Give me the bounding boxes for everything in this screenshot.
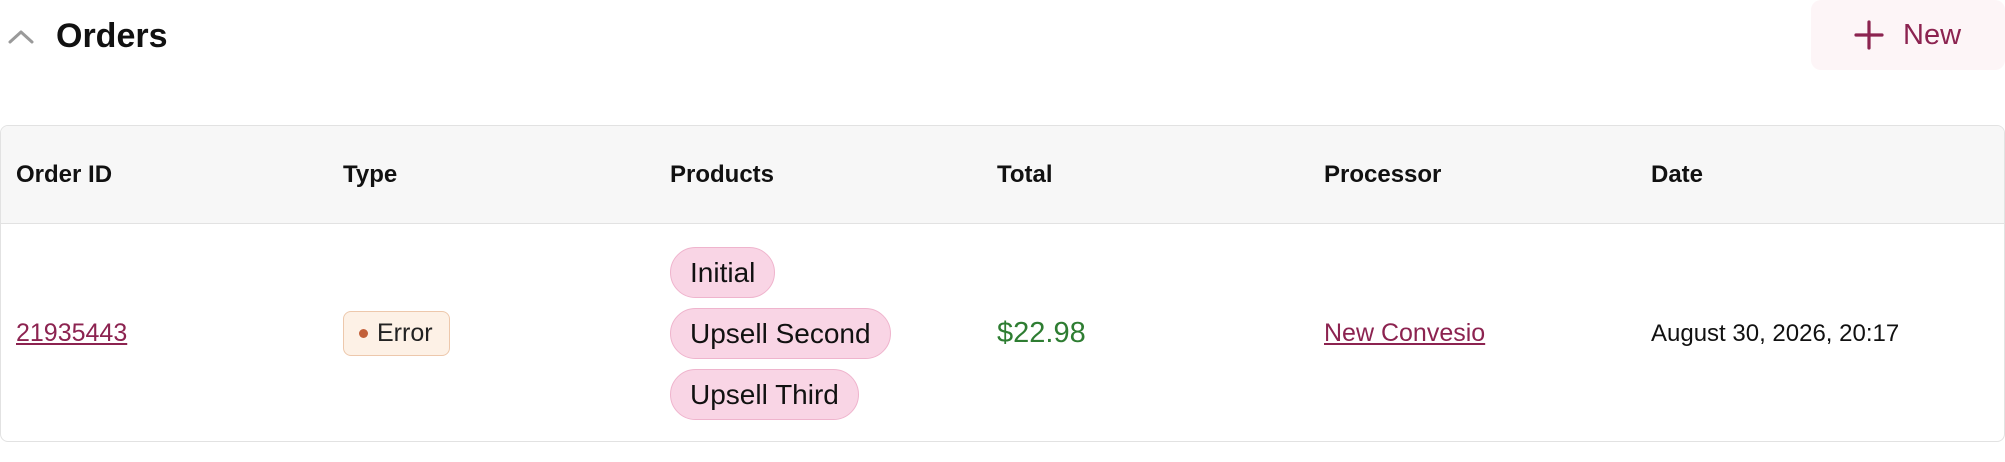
page-title: Orders bbox=[56, 17, 168, 55]
type-badge-label: Error bbox=[377, 319, 433, 347]
chevron-up-icon bbox=[8, 30, 34, 44]
status-dot-icon bbox=[359, 329, 368, 338]
orders-table: Order ID Type Products Total Processor D… bbox=[0, 125, 2005, 442]
type-cell: Error bbox=[343, 224, 450, 441]
order-id-link[interactable]: 21935443 bbox=[16, 319, 127, 348]
column-header-total[interactable]: Total bbox=[997, 126, 1053, 223]
section-header: Orders New bbox=[0, 0, 2005, 72]
column-header-date[interactable]: Date bbox=[1651, 126, 1703, 223]
processor-link[interactable]: New Convesio bbox=[1324, 319, 1485, 348]
product-pill: Upsell Third bbox=[670, 369, 859, 420]
date-cell: August 30, 2026, 20:17 bbox=[1651, 224, 1900, 441]
order-date: August 30, 2026, 20:17 bbox=[1651, 319, 1900, 347]
column-header-type[interactable]: Type bbox=[343, 126, 397, 223]
new-button-label: New bbox=[1903, 19, 1962, 51]
column-header-processor[interactable]: Processor bbox=[1324, 126, 1441, 223]
new-order-button[interactable]: New bbox=[1811, 0, 2005, 70]
type-badge: Error bbox=[343, 311, 450, 356]
product-pill: Initial bbox=[670, 247, 776, 298]
table-row: 21935443 Error Initial Upsell Second Ups… bbox=[1, 224, 2004, 441]
processor-cell: New Convesio bbox=[1324, 224, 1485, 441]
column-header-products[interactable]: Products bbox=[670, 126, 774, 223]
column-header-order-id[interactable]: Order ID bbox=[16, 126, 112, 223]
order-id-cell: 21935443 bbox=[16, 224, 127, 441]
product-pill: Upsell Second bbox=[670, 308, 891, 359]
table-header-row: Order ID Type Products Total Processor D… bbox=[1, 126, 2004, 224]
products-cell: Initial Upsell Second Upsell Third bbox=[670, 224, 891, 441]
plus-icon bbox=[1854, 20, 1884, 50]
collapse-section-button[interactable] bbox=[6, 22, 36, 52]
order-total: $22.98 bbox=[997, 317, 1086, 349]
total-cell: $22.98 bbox=[997, 224, 1086, 441]
